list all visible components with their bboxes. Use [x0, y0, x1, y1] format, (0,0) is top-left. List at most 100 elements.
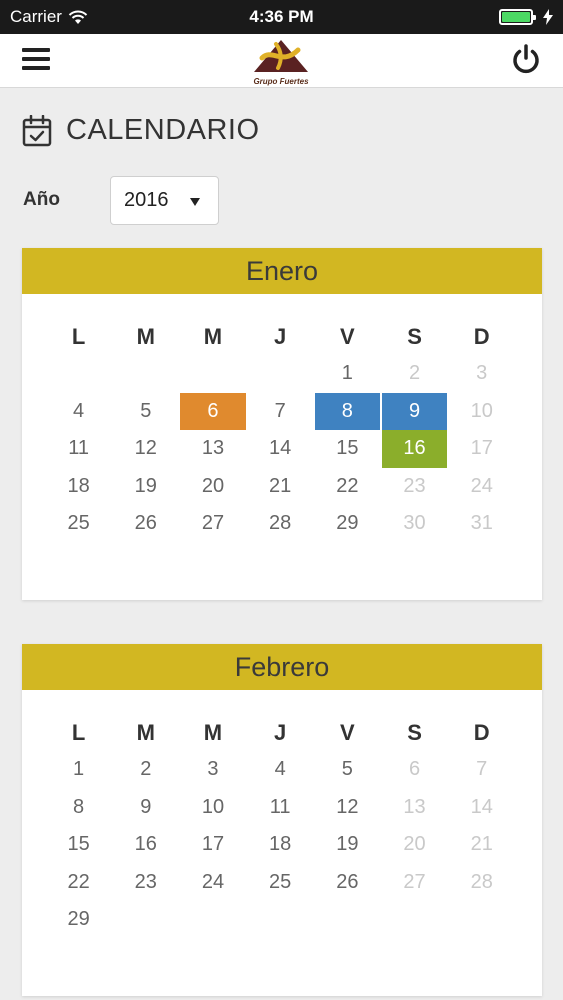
calendar-day[interactable]: 9 [113, 789, 178, 827]
calendar-day[interactable]: 25 [248, 864, 313, 902]
month-header: Enero [22, 248, 542, 294]
calendar-empty-cell [113, 355, 178, 393]
weekday-header: J [274, 719, 287, 745]
month-card-enero: Enero L M M J V S D 1 2 3 4 5 6 7 8 9 10 11 12 13 14 15 16 17 18… [22, 248, 542, 600]
calendar-day[interactable]: 28 [449, 864, 514, 902]
calendar-day[interactable]: 30 [382, 505, 447, 543]
calendar-day[interactable]: 7 [449, 751, 514, 789]
calendar-day[interactable]: 19 [315, 826, 380, 864]
calendar-day[interactable]: 14 [449, 789, 514, 827]
calendar-day[interactable]: 5 [315, 751, 380, 789]
weekday-header: D [473, 719, 490, 745]
calendar-grid: L M M J V S D 1 2 3 4 5 6 7 8 9 10 11 12 13 14 15 16 17 18 19 20 21… [22, 714, 542, 939]
calendar-check-icon [22, 114, 52, 146]
calendar-day[interactable]: 22 [315, 468, 380, 506]
calendar-day[interactable]: 11 [248, 789, 313, 827]
carrier-label: Carrier [10, 7, 62, 26]
calendar-empty-cell [180, 355, 245, 393]
calendar-day[interactable]: 18 [46, 468, 111, 506]
calendar-day[interactable]: 15 [46, 826, 111, 864]
calendar-day[interactable]: 8 [314, 392, 380, 430]
calendar-day[interactable]: 8 [46, 789, 111, 827]
calendar-day[interactable]: 9 [381, 392, 448, 430]
weekday-header: D [473, 323, 490, 349]
weekday-header: M [203, 323, 223, 349]
calendar-day[interactable]: 17 [449, 430, 514, 468]
calendar-day[interactable]: 28 [248, 505, 313, 543]
calendar-empty-cell [449, 901, 514, 939]
calendar-day[interactable]: 2 [113, 751, 178, 789]
calendar-day[interactable]: 1 [46, 751, 111, 789]
calendar-empty-cell [46, 355, 111, 393]
page-title: CALENDARIO [66, 114, 260, 146]
calendar-empty-cell [382, 901, 447, 939]
battery-icon [499, 9, 536, 25]
calendar-day[interactable]: 23 [382, 468, 447, 506]
calendar-grid: L M M J V S D 1 2 3 4 5 6 7 8 9 10 11 12 13 14 15 16 17 18 19 20 21… [22, 318, 542, 543]
calendar-day[interactable]: 13 [382, 789, 447, 827]
calendar-day[interactable]: 20 [180, 468, 245, 506]
calendar-day[interactable]: 17 [180, 826, 245, 864]
calendar-empty-cell [180, 901, 245, 939]
calendar-day[interactable]: 16 [381, 430, 448, 468]
calendar-day[interactable]: 14 [248, 430, 313, 468]
calendar-day[interactable]: 24 [449, 468, 514, 506]
calendar-day[interactable]: 24 [180, 864, 245, 902]
weekday-header: M [203, 719, 223, 745]
calendar-day[interactable]: 25 [46, 505, 111, 543]
charging-bolt-icon [543, 9, 553, 25]
status-left: Carrier [10, 7, 88, 27]
calendar-day[interactable]: 22 [46, 864, 111, 902]
calendar-day[interactable]: 5 [113, 393, 178, 431]
calendar-empty-cell [248, 355, 313, 393]
calendar-day[interactable]: 16 [113, 826, 178, 864]
calendar-day[interactable]: 15 [315, 430, 380, 468]
calendar-day[interactable]: 10 [449, 393, 514, 431]
calendar-day[interactable]: 26 [315, 864, 380, 902]
calendar-day[interactable]: 29 [315, 505, 380, 543]
calendar-day[interactable]: 3 [180, 751, 245, 789]
calendar-day[interactable]: 31 [449, 505, 514, 543]
company-logo: Grupo Fuertes [248, 38, 314, 86]
calendar-day[interactable]: 6 [382, 751, 447, 789]
calendar-day[interactable]: 23 [113, 864, 178, 902]
calendar-day[interactable]: 4 [46, 393, 111, 431]
logo-mark-icon [254, 40, 308, 72]
calendar-day[interactable]: 27 [180, 505, 245, 543]
calendar-day[interactable]: 7 [248, 393, 313, 431]
calendar-day[interactable]: 1 [315, 355, 380, 393]
caret-down-icon [190, 198, 200, 206]
weekday-header: L [71, 719, 86, 745]
calendar-day[interactable]: 4 [248, 751, 313, 789]
weekday-header: J [274, 323, 287, 349]
year-select[interactable]: 2016 [110, 176, 219, 225]
calendar-day[interactable]: 10 [180, 789, 245, 827]
weekday-header: S [407, 719, 422, 745]
calendar-day[interactable]: 19 [113, 468, 178, 506]
calendar-day[interactable]: 3 [449, 355, 514, 393]
calendar-day[interactable]: 26 [113, 505, 178, 543]
calendar-empty-cell [113, 901, 178, 939]
calendar-day[interactable]: 2 [382, 355, 447, 393]
hamburger-menu-icon[interactable] [22, 46, 50, 72]
month-card-febrero: Febrero L M M J V S D 1 2 3 4 5 6 7 8 9 10 11 12 13 14 15 16 17… [22, 644, 542, 996]
calendar-day[interactable]: 27 [382, 864, 447, 902]
calendar-day[interactable]: 12 [315, 789, 380, 827]
page-title-row: CALENDARIO [22, 114, 260, 147]
calendar-day[interactable]: 18 [248, 826, 313, 864]
weekday-header: M [136, 719, 155, 745]
calendar-day[interactable]: 21 [449, 826, 514, 864]
calendar-day[interactable]: 29 [46, 901, 111, 939]
calendar-day[interactable]: 13 [180, 430, 245, 468]
weekday-header: V [340, 719, 355, 745]
calendar-day[interactable]: 11 [46, 430, 111, 468]
year-label: Año [23, 189, 60, 210]
logo-text: Grupo Fuertes [253, 77, 309, 86]
calendar-day[interactable]: 21 [248, 468, 313, 506]
app-header: Grupo Fuertes [0, 34, 563, 88]
calendar-day[interactable]: 6 [180, 392, 246, 430]
power-icon[interactable] [509, 42, 543, 76]
calendar-day[interactable]: 12 [113, 430, 178, 468]
calendar-day[interactable]: 20 [382, 826, 447, 864]
year-select-value: 2016 [124, 189, 169, 211]
